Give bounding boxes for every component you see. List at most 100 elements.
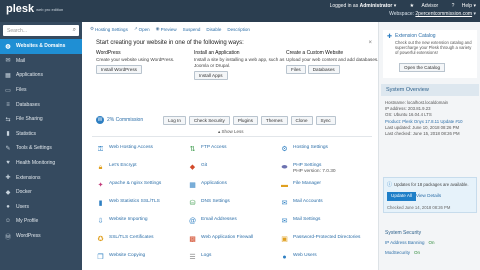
tool-web-users[interactable]: ● Web Users [280, 253, 370, 262]
toolbar-preview[interactable]: ◉ Preview [156, 25, 177, 33]
tool-label: Apache & nginx Settings [109, 181, 162, 186]
email-icon: @ [188, 217, 197, 225]
toolbar-description[interactable]: Description [227, 25, 250, 33]
domain-header: W 2% Commission Log In Check Security Pl… [96, 114, 339, 126]
tool-php-settings[interactable]: ⬬ PHP Settings PHP version: 7.0.30 [280, 163, 370, 175]
toolbar-suspend[interactable]: Suspend [183, 25, 201, 33]
heart-icon: ♥ [6, 160, 10, 167]
domain-name-link[interactable]: 2% Commission [107, 117, 143, 123]
help-button[interactable]: ? Help ▾ [446, 3, 476, 9]
puzzle-icon: ✚ [387, 34, 393, 40]
sidebar-item-databases[interactable]: ≡ Databases [0, 97, 82, 112]
tool-protected-directories[interactable]: ▣ Password-Protected Directories [280, 235, 370, 244]
sidebar-item-label: Tools & Settings [16, 145, 52, 152]
tool-label: Email Addresses [201, 217, 237, 222]
webspace-name[interactable]: 2percentcommission.com [415, 11, 472, 17]
update-all-button[interactable]: Update All [387, 192, 416, 201]
files-button[interactable]: Files [286, 64, 306, 74]
copy-icon: ❐ [97, 253, 104, 261]
view-details-link[interactable]: View Details [416, 193, 441, 198]
sidebar-nav: ◍ Websites & Domains ✉ Mail ▦ Applications … [0, 39, 82, 243]
share-icon: ⇆ [5, 116, 11, 123]
users-icon: ● [6, 203, 10, 210]
sidebar-item-mail[interactable]: ✉ Mail [0, 54, 82, 69]
updates-box: ⓘ Updates for 18 packages are available.… [383, 177, 477, 213]
sidebar-item-users[interactable]: ● Users [0, 200, 82, 215]
start-option-apps: Install an Application Install a site by… [194, 50, 288, 80]
themes-button[interactable]: Themes [260, 115, 288, 125]
tool-hosting-settings[interactable]: ⚙ Hosting Settings [280, 145, 370, 154]
tool-website-copying[interactable]: ❐ Website Copying [96, 253, 186, 262]
tool-applications[interactable]: ▦ Applications [188, 181, 278, 190]
tool-lets-encrypt[interactable]: 🔒︎ Let's Encrypt [96, 163, 186, 172]
sidebar-item-files[interactable]: ▭ Files [0, 83, 82, 98]
tool-label: Mail Accounts [293, 199, 323, 204]
sidebar-item-extensions[interactable]: ✚ Extensions [0, 170, 82, 185]
tool-logs[interactable]: ☰ Logs [188, 253, 278, 262]
mail-settings-icon: ✉ [281, 217, 288, 225]
tool-email-addresses[interactable]: @ Email Addresses [188, 217, 278, 226]
user-menu[interactable]: Administrator [360, 3, 393, 9]
advisor-icon: ★ [409, 3, 415, 9]
help-icon: ? [451, 3, 455, 9]
sidebar-item-file-sharing[interactable]: ⇆ File Sharing [0, 112, 82, 127]
tool-web-hosting-access[interactable]: ⚿ Web Hosting Access [96, 145, 186, 154]
tool-web-app-firewall[interactable]: ▩ Web Application Firewall [188, 235, 278, 244]
sidebar-item-my-profile[interactable]: ☺ My Profile [0, 214, 82, 229]
extension-catalog-desc: Check out the new extension catalog and … [395, 40, 472, 55]
tool-mail-settings[interactable]: ✉ Mail Settings [280, 217, 370, 226]
close-icon[interactable]: × [368, 40, 372, 46]
sidebar-item-applications[interactable]: ▦ Applications [0, 68, 82, 83]
sidebar-item-tools-settings[interactable]: ✎ Tools & Settings [0, 141, 82, 156]
tool-mail-accounts[interactable]: ✉ Mail Accounts [280, 199, 370, 208]
key-icon: ⚿ [97, 145, 104, 153]
system-overview-title[interactable]: System Overview [381, 84, 479, 96]
webspace-selector[interactable]: Webspace: 2percentcommission.com ▾ [318, 10, 476, 18]
plesk-logo[interactable]: plesk web pro edition [6, 3, 63, 15]
toolbar-open[interactable]: ↗ Open [134, 25, 150, 33]
tool-git[interactable]: ◆ Git [188, 163, 278, 172]
install-apps-button[interactable]: Install Apps [194, 70, 228, 80]
tool-label: Hosting Settings [293, 145, 328, 150]
tool-website-importing[interactable]: ⇩ Website Importing [96, 217, 186, 226]
sidebar-item-label: Statistics [16, 130, 37, 137]
modsecurity-status[interactable]: ModSecurity On [385, 250, 420, 255]
tool-file-manager[interactable]: ▬ File Manager [280, 181, 370, 190]
sidebar-item-websites-domains[interactable]: ◍ Websites & Domains [0, 39, 82, 54]
sidebar-item-docker[interactable]: ◆ Docker [0, 185, 82, 200]
tool-dns-settings[interactable]: ⛁ DNS Settings [188, 199, 278, 208]
sidebar-item-health-monitoring[interactable]: ♥ Health Monitoring [0, 156, 82, 171]
apache-icon: ✦ [97, 181, 104, 189]
option-text: Install a site by installing a web app, … [194, 56, 285, 68]
show-less-toggle[interactable]: ▴ Show Less [218, 129, 244, 135]
start-option-custom: Create a Custom Website Upload your web … [286, 50, 380, 74]
open-catalog-button[interactable]: Open the Catalog [399, 63, 446, 72]
toolbar-disable[interactable]: Disable [206, 25, 221, 33]
install-wordpress-button[interactable]: Install WordPress [96, 64, 142, 74]
clone-button[interactable]: Clone [290, 115, 313, 125]
tool-apache-nginx[interactable]: ✦ Apache & nginx Settings [96, 181, 186, 190]
tool-ftp-access[interactable]: ⇅ FTP Access [188, 145, 278, 154]
tool-ssl-certificates[interactable]: ✪ SSL/TLS Certificates [96, 235, 186, 244]
search-icon[interactable]: ⌕ [73, 27, 76, 34]
databases-button[interactable]: Databases [307, 64, 340, 74]
help-label: Help [461, 3, 473, 9]
ip-banning-status[interactable]: IP Address Banning On [385, 240, 434, 245]
advisor-button[interactable]: ★ Advisor [404, 3, 439, 9]
log-in-button[interactable]: Log In [163, 115, 186, 125]
option-text: Create your website using WordPress. [96, 56, 175, 62]
tools-icon: ✎ [5, 145, 11, 152]
search-input[interactable]: Search... ⌕ [3, 25, 79, 36]
advisor-label: Advisor [421, 3, 439, 9]
tool-label: FTP Access [201, 145, 227, 150]
extension-catalog-title[interactable]: Extension Catalog [395, 33, 436, 39]
tool-web-statistics[interactable]: ▮ Web Statistics SSL/TLS [96, 199, 186, 208]
plugins-button[interactable]: Plugins [232, 115, 258, 125]
sync-button[interactable]: Sync [315, 115, 336, 125]
sidebar-item-wordpress[interactable]: Ⓦ WordPress [0, 229, 82, 244]
tool-label: Web Hosting Access [109, 145, 153, 150]
system-security-title[interactable]: System Security [385, 230, 421, 236]
check-security-button[interactable]: Check Security [188, 115, 230, 125]
sidebar-item-statistics[interactable]: ▮ Statistics [0, 127, 82, 142]
toolbar-hosting-settings[interactable]: ⚙ Hosting Settings [90, 25, 128, 33]
